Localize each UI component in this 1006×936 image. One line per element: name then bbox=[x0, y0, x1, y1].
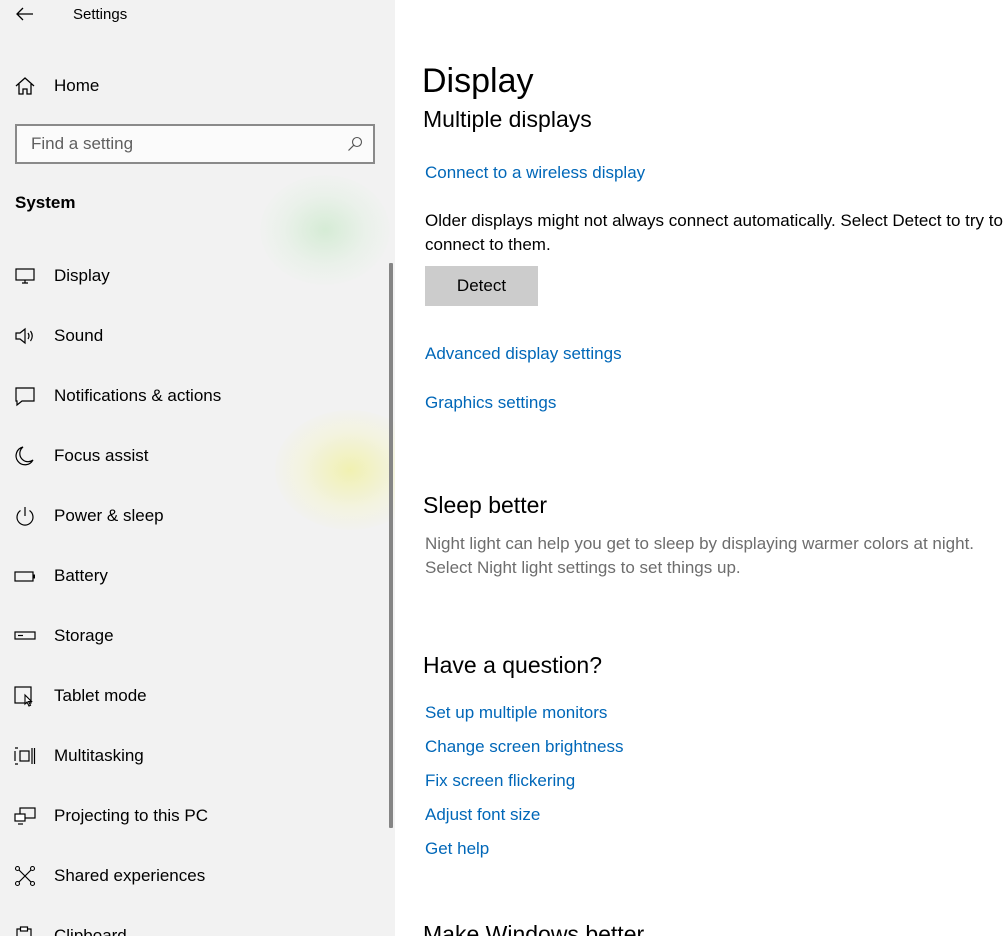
sidebar-item-focus-assist[interactable]: Focus assist bbox=[0, 432, 388, 480]
sleep-better-heading: Sleep better bbox=[423, 492, 548, 518]
battery-icon bbox=[14, 571, 35, 582]
projecting-icon bbox=[14, 807, 36, 825]
sidebar-item-label: Projecting to this PC bbox=[54, 806, 209, 825]
sidebar: Settings Home System Display Sound bbox=[0, 0, 395, 936]
multitasking-icon bbox=[14, 747, 36, 765]
detect-button[interactable]: Detect bbox=[425, 266, 538, 306]
help-link-multiple-monitors[interactable]: Set up multiple monitors bbox=[425, 703, 607, 723]
make-windows-better-heading: Make Windows better bbox=[423, 921, 645, 936]
sidebar-item-label: Notifications & actions bbox=[54, 386, 222, 405]
page-title: Display bbox=[422, 62, 534, 100]
storage-icon bbox=[14, 631, 36, 640]
sidebar-item-projecting[interactable]: Projecting to this PC bbox=[0, 792, 388, 840]
help-link-screen-brightness[interactable]: Change screen brightness bbox=[425, 737, 623, 757]
sidebar-item-multitasking[interactable]: Multitasking bbox=[0, 732, 388, 780]
sidebar-item-tablet-mode[interactable]: Tablet mode bbox=[0, 672, 388, 720]
sidebar-item-battery[interactable]: Battery bbox=[0, 552, 388, 600]
sidebar-item-label: Sound bbox=[54, 326, 104, 345]
clipboard-icon bbox=[16, 926, 32, 936]
notification-icon bbox=[15, 387, 35, 407]
sidebar-item-clipboard[interactable]: Clipboard bbox=[0, 912, 388, 936]
sidebar-item-storage[interactable]: Storage bbox=[0, 612, 388, 660]
search-input[interactable] bbox=[17, 126, 337, 162]
sidebar-item-shared-experiences[interactable]: Shared experiences bbox=[0, 852, 388, 900]
search-box[interactable] bbox=[15, 124, 375, 164]
detect-description: Older displays might not always connect … bbox=[425, 211, 1003, 254]
help-link-get-help[interactable]: Get help bbox=[425, 839, 489, 859]
sidebar-item-label: Multitasking bbox=[54, 746, 144, 765]
graphics-settings-link[interactable]: Graphics settings bbox=[425, 393, 556, 413]
sidebar-item-display[interactable]: Display bbox=[0, 252, 388, 300]
shared-experiences-icon bbox=[14, 865, 36, 887]
sidebar-item-label: Display bbox=[54, 266, 110, 285]
window-title: Settings bbox=[73, 6, 128, 23]
sidebar-section-system: System bbox=[15, 193, 76, 212]
sidebar-scrollbar[interactable] bbox=[389, 263, 393, 828]
sidebar-item-label: Battery bbox=[54, 566, 108, 585]
back-button[interactable] bbox=[10, 2, 40, 26]
home-icon bbox=[15, 77, 35, 95]
tablet-mode-icon bbox=[14, 686, 33, 707]
sidebar-item-home[interactable]: Home bbox=[0, 66, 395, 106]
sidebar-item-label: Tablet mode bbox=[54, 686, 147, 705]
sidebar-item-sound[interactable]: Sound bbox=[0, 312, 388, 360]
night-light-description: Night light can help you get to sleep by… bbox=[425, 534, 975, 577]
help-link-screen-flickering[interactable]: Fix screen flickering bbox=[425, 771, 575, 791]
main-content: Multiple displays Display Connect to a w… bbox=[395, 0, 1006, 936]
sidebar-item-label: Storage bbox=[54, 626, 114, 645]
sidebar-item-notifications[interactable]: Notifications & actions bbox=[0, 372, 388, 420]
sidebar-item-label: Power & sleep bbox=[54, 506, 164, 525]
back-arrow-icon bbox=[16, 7, 33, 21]
connect-wireless-display-link[interactable]: Connect to a wireless display bbox=[425, 163, 645, 183]
moon-icon bbox=[15, 446, 34, 466]
help-link-font-size[interactable]: Adjust font size bbox=[425, 805, 540, 825]
speaker-icon bbox=[15, 327, 33, 345]
sidebar-item-power-sleep[interactable]: Power & sleep bbox=[0, 492, 388, 540]
sidebar-item-label: Focus assist bbox=[54, 446, 149, 465]
sidebar-item-label: Clipboard bbox=[54, 926, 127, 936]
advanced-display-settings-link[interactable]: Advanced display settings bbox=[425, 344, 622, 364]
monitor-icon bbox=[15, 268, 35, 284]
power-icon bbox=[16, 507, 34, 526]
sidebar-item-label: Shared experiences bbox=[54, 866, 206, 885]
have-a-question-heading: Have a question? bbox=[423, 652, 603, 678]
search-icon[interactable] bbox=[347, 136, 363, 152]
sidebar-item-home-label: Home bbox=[54, 76, 100, 95]
